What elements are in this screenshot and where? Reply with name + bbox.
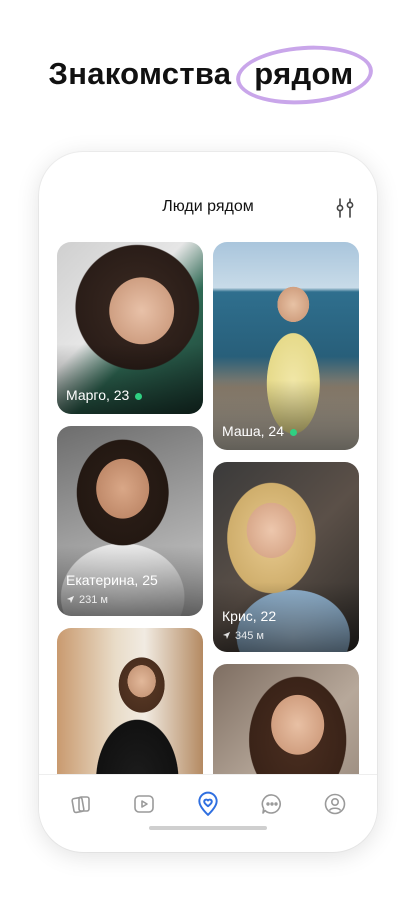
filter-sliders-icon [336, 198, 354, 218]
heart-location-icon [198, 791, 218, 816]
profile-photo [57, 628, 203, 782]
profile-name: Екатерина, 25 [66, 572, 158, 588]
promo-headline: Знакомства рядом [0, 41, 416, 109]
location-arrow-icon [222, 631, 231, 640]
home-indicator [149, 826, 267, 830]
tab-nearby[interactable] [194, 790, 222, 818]
profile-icon [324, 793, 346, 814]
profile-card[interactable]: Екатерина, 25 231 м [57, 426, 203, 616]
profile-name: Марго, 23 [66, 387, 143, 403]
people-grid: Марго, 23 Маша, 24 Екатерина, 25 231 м К… [57, 242, 359, 782]
profile-name: Крис, 22 [222, 608, 277, 624]
profile-card[interactable] [57, 628, 203, 782]
headline-highlight: рядом [234, 41, 376, 109]
profile-card[interactable]: Маша, 24 [213, 242, 359, 450]
phone-frame: Люди рядом Марго, 23 Маша, 24 Екатерина,… [39, 152, 377, 852]
location-arrow-icon [66, 595, 75, 604]
chat-icon [261, 793, 281, 814]
distance-label: 231 м [66, 594, 108, 606]
distance-label: 345 м [222, 630, 264, 642]
tab-cards[interactable] [67, 790, 95, 818]
tab-chats[interactable] [258, 790, 286, 818]
filter-button[interactable] [333, 196, 357, 220]
online-indicator [135, 392, 143, 400]
profile-card[interactable]: Марго, 23 [57, 242, 203, 414]
cards-icon [71, 795, 90, 813]
tab-video[interactable] [130, 790, 158, 818]
bottom-tab-bar [39, 774, 377, 832]
profile-card[interactable]: Крис, 22 345 м [213, 462, 359, 652]
headline-part1: Знакомства [48, 56, 232, 91]
tab-profile[interactable] [321, 790, 349, 818]
profile-name: Маша, 24 [222, 423, 297, 439]
video-icon [134, 794, 155, 813]
highlight-ring [234, 41, 376, 109]
screen-title: Люди рядом [162, 198, 254, 215]
profile-card[interactable] [213, 664, 359, 782]
online-indicator [289, 428, 297, 436]
profile-photo [213, 664, 359, 782]
